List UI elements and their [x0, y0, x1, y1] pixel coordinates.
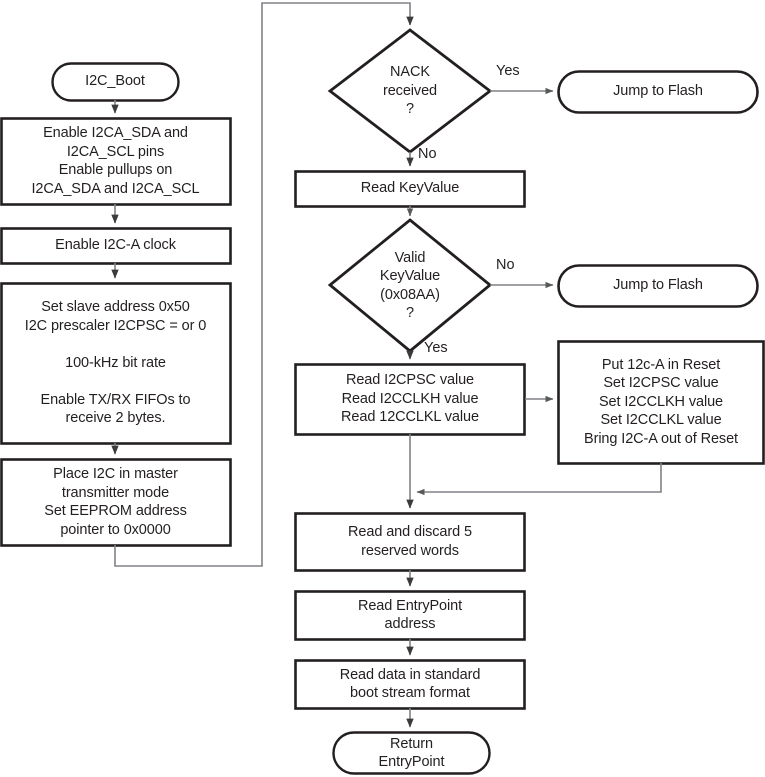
shape-set-slave-address: [0, 282, 232, 445]
shape-jump-to-flash-invalid-key: [557, 264, 759, 308]
shape-nack-received-decision: [327, 28, 493, 154]
edge-set-values-merge-back: [416, 463, 662, 496]
shape-i2c-boot-start: [51, 62, 180, 102]
flowchart-graphics: [0, 2, 765, 775]
shape-read-discard-reserved-words: [294, 512, 526, 572]
flowchart-canvas: I2C_Boot Enable I2CA_SDA and I2CA_SCL pi…: [0, 0, 765, 777]
shape-set-i2cpsc-values: [557, 340, 765, 465]
shape-read-entrypoint-address: [294, 590, 526, 641]
shape-place-i2c-master-mode: [0, 458, 232, 547]
shape-jump-to-flash-nack: [557, 70, 759, 114]
shape-enable-clock: [0, 227, 232, 265]
shape-valid-keyvalue-decision: [327, 218, 493, 353]
shape-return-entrypoint: [332, 731, 491, 775]
shape-read-keyvalue: [294, 170, 526, 208]
shape-enable-pins: [0, 117, 232, 206]
shape-read-boot-stream-data: [294, 659, 526, 710]
shape-read-i2cpsc-values: [294, 363, 526, 436]
